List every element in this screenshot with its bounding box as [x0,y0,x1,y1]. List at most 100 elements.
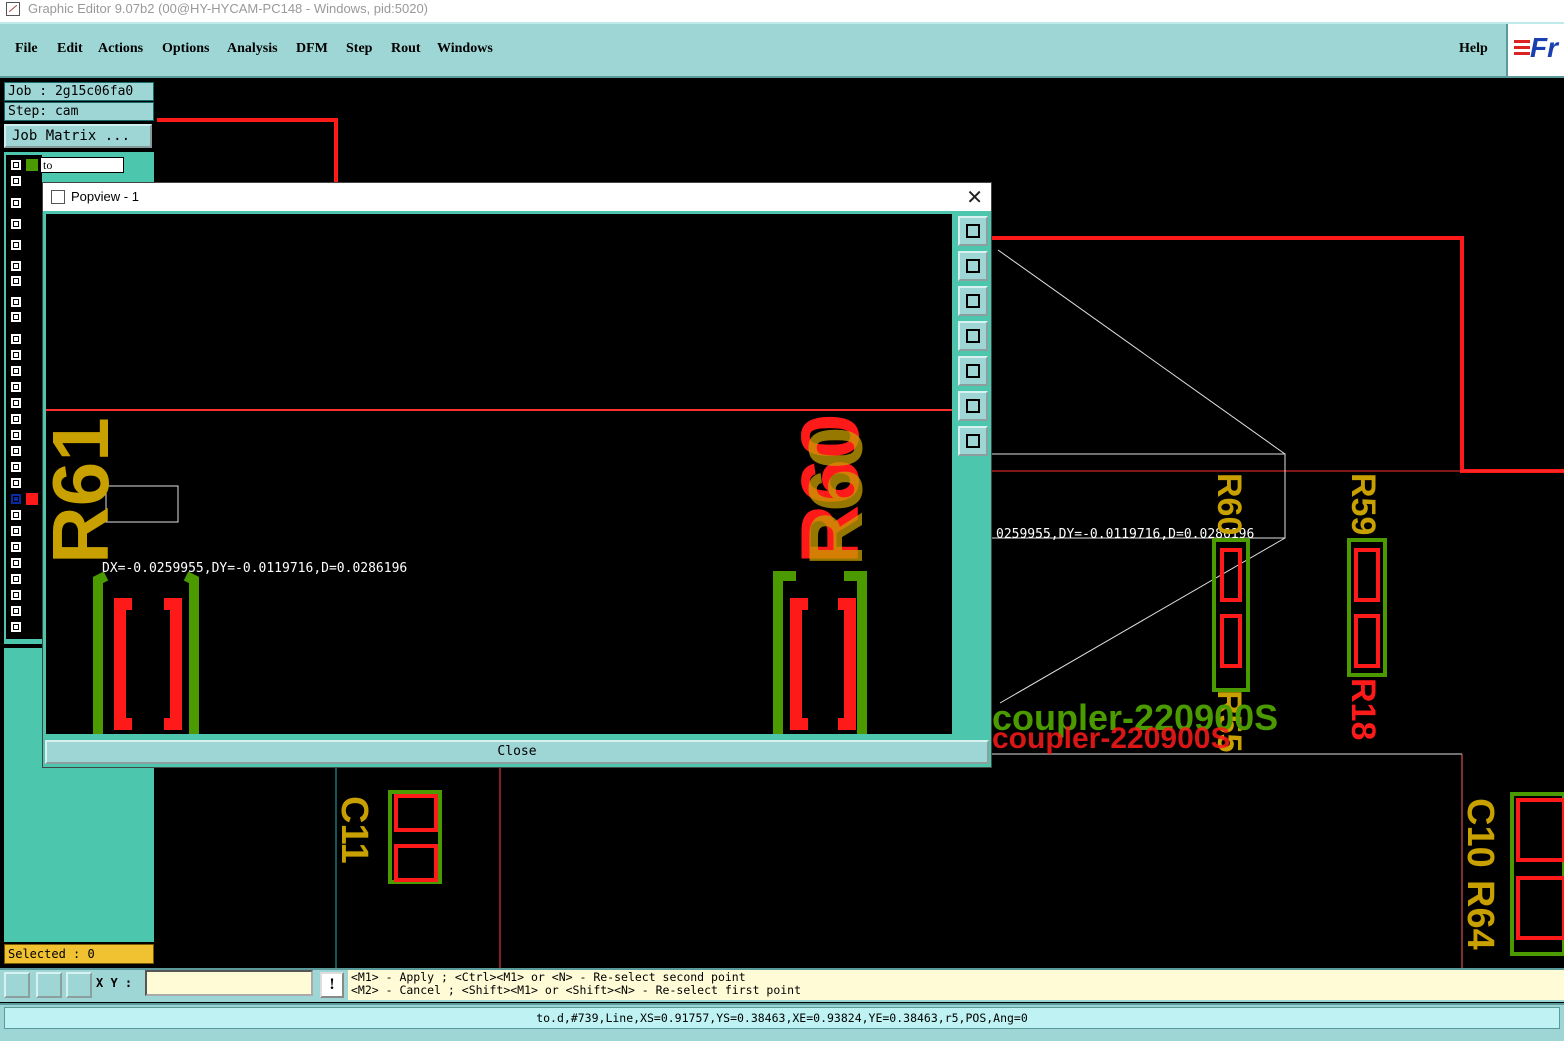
layer-color-swatch[interactable] [26,159,38,171]
menu-bar: File Edit Actions Options Analysis DFM S… [0,22,1564,78]
logo-text: Fr [1530,32,1558,63]
layer-checkbox[interactable] [10,311,22,323]
pan-left-icon[interactable] [958,321,988,351]
layer-checkbox[interactable] [10,413,22,425]
menu-file[interactable]: File [15,41,38,57]
job-matrix-button[interactable]: Job Matrix ... [4,124,152,148]
mouse-hint: <M1> - Apply ; <Ctrl><M1> or <N> - Re-se… [348,970,1564,1000]
measure-snap-icon[interactable] [4,972,30,998]
pan-down-icon[interactable] [958,286,988,316]
trace-line [990,236,1564,473]
step-field: Step: cam [4,102,154,121]
pad [394,794,438,832]
popview-measure-text: DX=-0.0259955,DY=-0.0119716,D=0.0286196 [102,561,407,576]
popview-close-button[interactable]: Close [45,740,989,764]
pad [790,598,856,730]
pad [1220,548,1242,602]
menu-analysis[interactable]: Analysis [227,41,278,57]
pan-right-icon[interactable] [958,356,988,386]
layer-checkbox[interactable] [10,573,22,585]
pad [1354,614,1380,668]
pad [394,844,438,882]
pad [1220,614,1242,668]
popview-graphics: R61 DX=-0.0259955,DY=-0.0119716,D=0.0286… [46,409,952,734]
layer-checkbox[interactable] [10,197,22,209]
menu-help[interactable]: Help [1459,41,1488,57]
layer-checkbox[interactable] [10,589,22,601]
close-icon[interactable]: ✕ [966,185,983,210]
popview-canvas[interactable]: R61 DX=-0.0259955,DY=-0.0119716,D=0.0286… [46,214,952,734]
app-icon [6,2,20,16]
layer-checkbox[interactable] [10,239,22,251]
zoom-out-icon[interactable] [958,391,988,421]
grid-icon[interactable] [66,972,92,998]
layer-checkbox[interactable] [10,557,22,569]
pad [1516,798,1564,862]
menu-edit[interactable]: Edit [57,41,83,57]
silk-label: R60 [1210,473,1248,535]
window-title: Graphic Editor 9.07b2 (00@HY-HYCAM-PC148… [28,1,429,16]
silk-label-c10: C10 [1459,798,1501,868]
silk-label-c11: C11 [333,796,375,864]
menu-options[interactable]: Options [162,41,209,57]
silk-label: R59 [1344,473,1382,535]
layer-checkbox-active[interactable] [10,493,22,505]
zoom-guide-line [997,249,1286,455]
layer-checkbox[interactable] [10,296,22,308]
menu-windows[interactable]: Windows [437,41,493,57]
measure-angle-icon[interactable] [36,972,62,998]
layer-checkbox[interactable] [10,365,22,377]
pad [1354,548,1380,602]
menu-actions[interactable]: Actions [98,41,143,57]
layer-checkbox[interactable] [10,621,22,633]
layer-checkbox[interactable] [10,275,22,287]
layer-checkbox[interactable] [10,509,22,521]
window-titlebar: Graphic Editor 9.07b2 (00@HY-HYCAM-PC148… [0,0,1564,22]
zoom-guide-line [999,537,1286,704]
layer-checkbox[interactable] [10,349,22,361]
menu-rout[interactable]: Rout [391,41,421,57]
silk-coupler-text-copy: coupler-220900S [992,722,1230,755]
layer-checkbox[interactable] [10,218,22,230]
vendor-logo: Fr [1506,24,1564,76]
layer-checkbox[interactable] [10,541,22,553]
job-field: Job : 2g15c06fa0 [4,82,154,101]
layer-name-field[interactable]: to [40,157,124,173]
layer-checkbox[interactable] [10,477,22,489]
layer-checkbox[interactable] [10,461,22,473]
silk-label-r61: R61 [46,417,125,564]
popview-title: Popview - 1 [71,189,139,204]
layer-checkbox[interactable] [10,605,22,617]
selected-count: Selected : 0 [4,944,154,964]
popview-titlebar: Popview - 1 ✕ [43,183,991,211]
popview-app-icon [51,190,65,204]
zoom-in-icon[interactable] [958,426,988,456]
layer-checkbox[interactable] [10,429,22,441]
silk-label-r60-copy: R60 [794,427,879,566]
layer-checkbox[interactable] [10,397,22,409]
layer-color-swatch[interactable] [26,493,38,505]
layer-checkbox[interactable] [10,445,22,457]
warning-button[interactable]: ! [320,972,344,998]
layer-checkbox[interactable] [10,525,22,537]
silk-label-r18: R18 [1344,678,1382,740]
hint-line-2: <M2> - Cancel ; <Shift><M1> or <Shift><N… [351,983,802,997]
trace-line [157,118,338,188]
pad [114,598,182,730]
logo-lines-icon [1514,40,1530,58]
status-text: to.d,#739,Line,XS=0.91757,YS=0.38463,XE=… [4,1007,1560,1029]
menu-step[interactable]: Step [346,41,372,57]
xy-input[interactable] [145,970,313,996]
layer-checkbox[interactable] [10,159,22,171]
pan-up-icon[interactable] [958,251,988,281]
layer-checkbox-column [6,155,42,639]
zoom-fit-icon[interactable] [958,216,988,246]
xy-label: X Y : [96,976,133,990]
pad [1516,876,1564,940]
menu-dfm[interactable]: DFM [296,41,328,57]
silk-label-r64: R64 [1459,880,1501,950]
layer-checkbox[interactable] [10,333,22,345]
layer-checkbox[interactable] [10,175,22,187]
layer-checkbox[interactable] [10,381,22,393]
layer-checkbox[interactable] [10,260,22,272]
